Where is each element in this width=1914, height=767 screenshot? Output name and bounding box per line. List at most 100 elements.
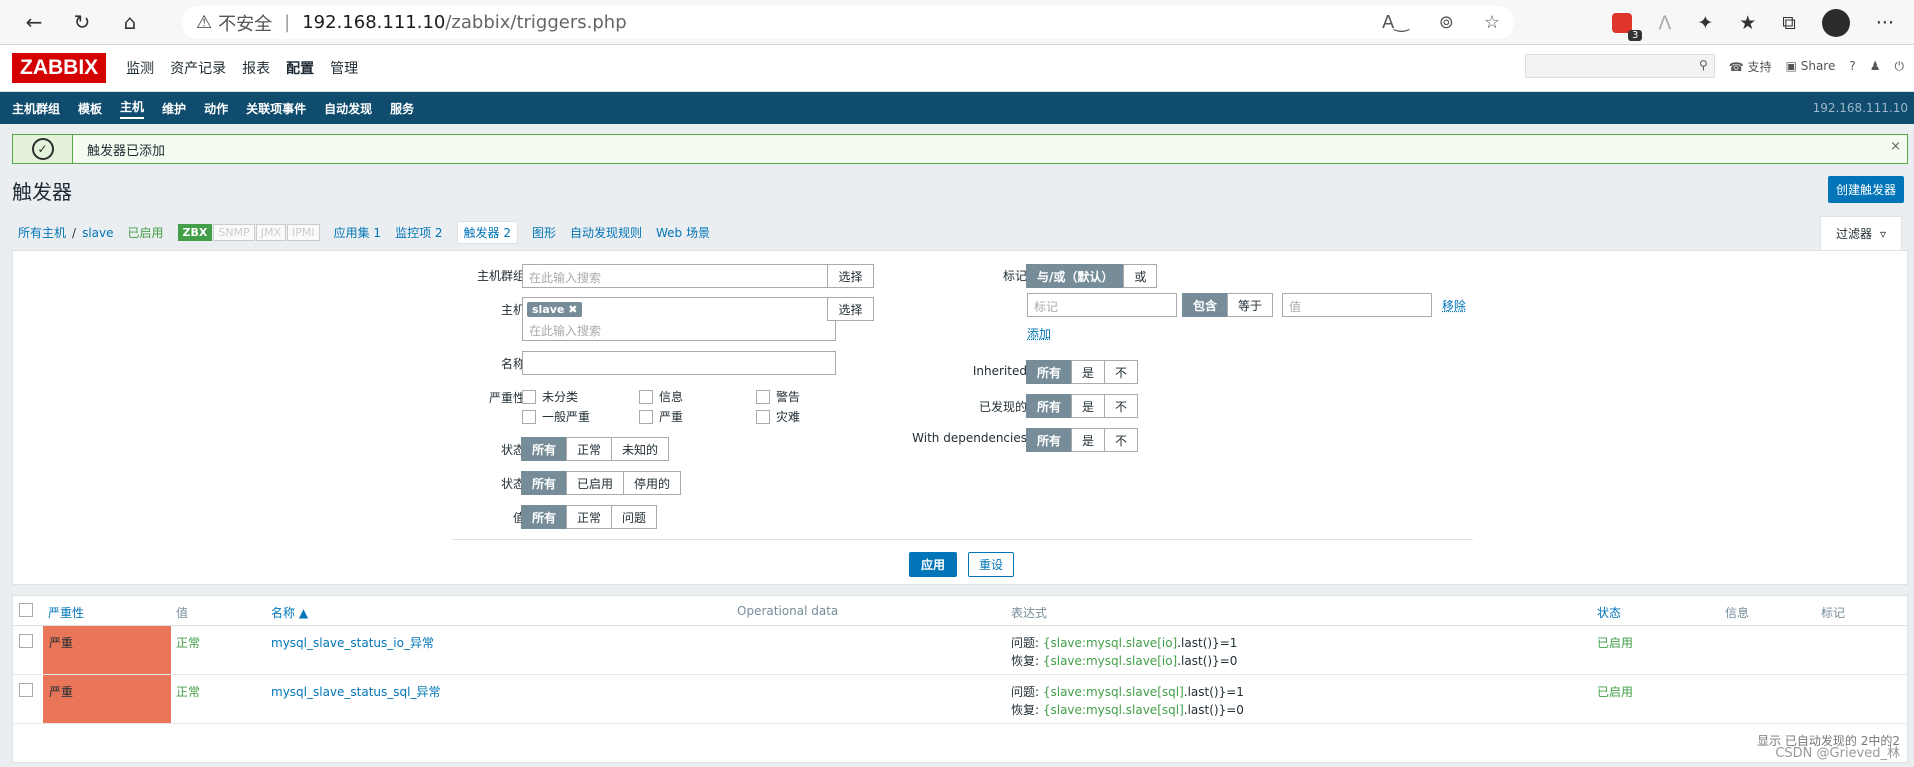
expr-item-link[interactable]: {slave:mysql.slave[io] [1043, 654, 1177, 668]
expr-item-link[interactable]: {slave:mysql.slave[sql] [1043, 685, 1184, 699]
subnav-maintenance[interactable]: 维护 [162, 100, 186, 117]
home-icon[interactable]: ⌂ [106, 0, 154, 45]
tag-mode-or[interactable]: 或 [1123, 264, 1158, 288]
status-link[interactable]: 已启用 [1597, 634, 1633, 651]
state-all[interactable]: 所有 [521, 437, 568, 461]
host-chip[interactable]: slave ✖ [527, 302, 583, 317]
checkbox[interactable] [756, 389, 770, 404]
checkbox[interactable] [639, 409, 653, 424]
crumb-web[interactable]: Web 场景 [656, 224, 710, 241]
severity-information[interactable]: 信息 [639, 388, 683, 405]
search-icon[interactable]: ⚲ [1699, 58, 1708, 72]
checkbox[interactable] [522, 409, 536, 424]
help-icon[interactable]: ? [1849, 59, 1855, 73]
menu-reports[interactable]: 报表 [242, 58, 270, 78]
favorites-icon[interactable]: ★ [1739, 12, 1756, 34]
menu-configuration[interactable]: 配置 [286, 58, 314, 78]
checkbox[interactable] [756, 409, 770, 424]
status-link[interactable]: 已启用 [1597, 683, 1633, 700]
severity-average[interactable]: 一般严重 [522, 408, 590, 425]
global-search-input[interactable]: ⚲ [1524, 54, 1715, 78]
favorite-icon[interactable]: ☆ [1484, 12, 1500, 33]
crumb-items[interactable]: 监控项 2 [395, 224, 442, 241]
host-input[interactable]: slave ✖ 在此输入搜索 [522, 297, 836, 341]
more-icon[interactable]: ··· [1876, 12, 1894, 34]
back-icon[interactable]: ← [10, 0, 58, 45]
dependencies-yes[interactable]: 是 [1071, 428, 1106, 452]
crumb-applications[interactable]: 应用集 1 [334, 224, 381, 241]
checkbox[interactable] [522, 389, 536, 404]
remove-tag-link[interactable]: 移除 [1442, 297, 1466, 314]
inherited-yes[interactable]: 是 [1071, 360, 1106, 384]
host-select-button[interactable]: 选择 [827, 297, 874, 321]
row-checkbox[interactable] [19, 634, 33, 648]
subnav-actions[interactable]: 动作 [204, 100, 228, 117]
row-checkbox[interactable] [19, 683, 33, 697]
zabbix-logo[interactable]: ZABBIX [12, 53, 107, 83]
subnav-correlation[interactable]: 关联项事件 [246, 100, 306, 117]
inherited-all[interactable]: 所有 [1026, 360, 1073, 384]
expr-item-link[interactable]: {slave:mysql.slave[io] [1043, 636, 1177, 650]
crumb-all-hosts[interactable]: 所有主机 [18, 224, 66, 241]
logout-icon[interactable]: ⏻ [1895, 59, 1905, 74]
host-group-input[interactable]: 在此输入搜索 [522, 264, 836, 288]
profile-avatar[interactable] [1821, 8, 1850, 37]
filter-tab[interactable]: 过滤器 ▿ [1820, 216, 1902, 250]
subnav-templates[interactable]: 模板 [78, 100, 102, 117]
col-severity[interactable]: 严重性 [48, 604, 84, 621]
extension-icon[interactable]: 3 [1612, 12, 1643, 41]
close-icon[interactable]: × [1890, 139, 1901, 154]
host-group-select-button[interactable]: 选择 [827, 264, 874, 288]
name-input[interactable] [522, 351, 836, 375]
subnav-hosts[interactable]: 主机 [120, 98, 145, 119]
severity-disaster[interactable]: 灾难 [756, 408, 800, 425]
reset-button[interactable]: 重设 [968, 552, 1015, 577]
col-name[interactable]: 名称 ▲ [271, 604, 308, 621]
crumb-triggers[interactable]: 触发器 2 [456, 221, 518, 244]
discovered-no[interactable]: 不 [1104, 394, 1139, 418]
state-unknown[interactable]: 未知的 [611, 437, 670, 461]
extension2-icon[interactable]: Λ [1658, 12, 1671, 34]
support-link[interactable]: ☎ 支持 [1729, 58, 1772, 75]
trigger-name-link[interactable]: mysql_slave_status_sql_异常 [271, 683, 441, 700]
crumb-graphs[interactable]: 图形 [532, 224, 556, 241]
dependencies-no[interactable]: 不 [1104, 428, 1139, 452]
crumb-host[interactable]: slave [82, 226, 113, 240]
subnav-host-groups[interactable]: 主机群组 [12, 100, 60, 117]
zoom-icon[interactable]: ⊚ [1439, 12, 1454, 33]
value-ok[interactable]: 正常 [566, 505, 613, 529]
read-aloud-icon[interactable]: A‿ [1382, 12, 1409, 33]
tag-op-equals[interactable]: 等于 [1227, 293, 1274, 317]
refresh-icon[interactable]: ↻ [58, 0, 106, 45]
discovered-yes[interactable]: 是 [1071, 394, 1106, 418]
select-all-checkbox[interactable] [19, 603, 33, 617]
subnav-discovery[interactable]: 自动发现 [324, 100, 372, 117]
dependencies-all[interactable]: 所有 [1026, 428, 1073, 452]
severity-warning[interactable]: 警告 [756, 388, 800, 405]
discovered-all[interactable]: 所有 [1026, 394, 1073, 418]
severity-high[interactable]: 严重 [639, 408, 683, 425]
user-icon[interactable]: ♟ [1870, 59, 1881, 73]
menu-inventory[interactable]: 资产记录 [170, 58, 226, 78]
tag-name-input[interactable]: 标记 [1027, 293, 1177, 317]
add-tag-link[interactable]: 添加 [1027, 325, 1051, 342]
menu-monitoring[interactable]: 监测 [126, 58, 154, 78]
tag-value-input[interactable]: 值 [1282, 293, 1432, 317]
address-bar[interactable]: ⚠ 不安全 | 192.168.111.10 /zabbix/triggers.… [182, 6, 1514, 39]
state-normal[interactable]: 正常 [566, 437, 613, 461]
status-all[interactable]: 所有 [521, 471, 568, 495]
extensions-icon[interactable]: ✦ [1697, 12, 1713, 34]
tag-mode-and-or[interactable]: 与/或（默认） [1026, 264, 1125, 288]
severity-not-classified[interactable]: 未分类 [522, 388, 578, 405]
status-enabled[interactable]: 已启用 [566, 471, 625, 495]
subnav-services[interactable]: 服务 [390, 100, 414, 117]
value-all[interactable]: 所有 [521, 505, 568, 529]
value-problem[interactable]: 问题 [611, 505, 658, 529]
checkbox[interactable] [639, 389, 653, 404]
share-link[interactable]: ▣ Share [1786, 59, 1836, 73]
status-disabled[interactable]: 停用的 [623, 471, 682, 495]
trigger-name-link[interactable]: mysql_slave_status_io_异常 [271, 634, 434, 651]
collections-icon[interactable]: ⧉ [1782, 12, 1796, 34]
create-trigger-button[interactable]: 创建触发器 [1827, 176, 1904, 203]
menu-administration[interactable]: 管理 [330, 58, 358, 78]
